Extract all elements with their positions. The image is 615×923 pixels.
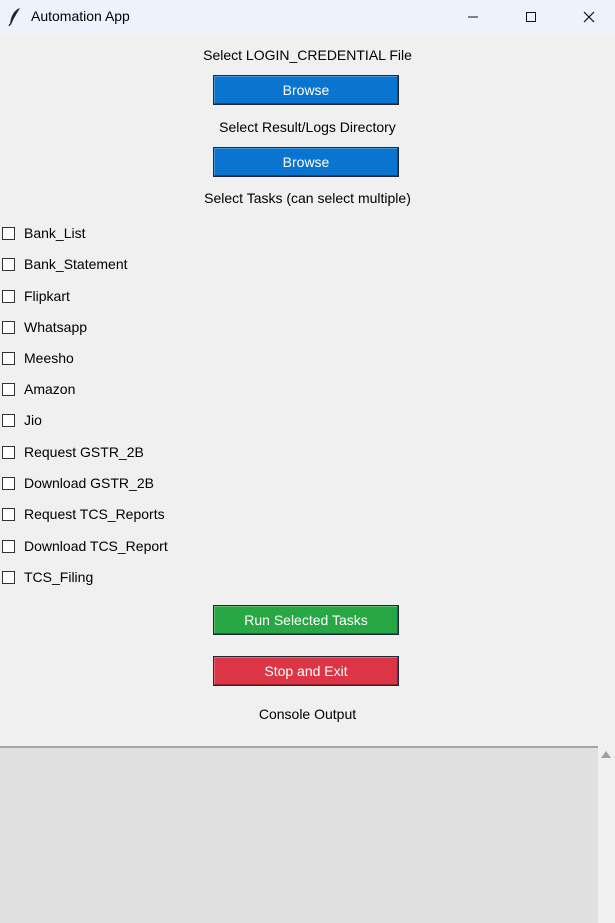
task-request-tcs-reports[interactable]: Request TCS_Reports [0,503,165,525]
task-bank-list[interactable]: Bank_List [0,222,85,244]
task-label: Bank_Statement [24,256,128,272]
logs-directory-label: Select Result/Logs Directory [219,119,396,135]
scroll-up-arrow-icon[interactable] [601,751,611,758]
task-label: Download TCS_Report [24,538,168,554]
run-selected-tasks-button[interactable]: Run Selected Tasks [213,605,399,635]
feather-icon [8,8,20,27]
task-label: Flipkart [24,288,70,304]
task-flipkart[interactable]: Flipkart [0,285,70,307]
browse-credential-button[interactable]: Browse [213,75,399,105]
checkbox[interactable] [2,351,15,365]
task-label: Download GSTR_2B [24,475,154,491]
checkbox[interactable] [2,257,15,271]
task-label: Meesho [24,350,74,366]
checkbox[interactable] [2,507,15,521]
select-tasks-label: Select Tasks (can select multiple) [204,190,411,206]
console-scrollbar[interactable] [598,746,615,923]
checkbox[interactable] [2,476,15,490]
console-output-textarea[interactable] [0,746,598,923]
minimize-button[interactable] [450,0,496,34]
minimize-icon [468,16,478,18]
console-output-label: Console Output [258,706,357,722]
close-button[interactable] [566,0,612,34]
checkbox[interactable] [2,226,15,240]
task-label: Request TCS_Reports [24,506,165,522]
task-download-gstr-2b[interactable]: Download GSTR_2B [0,472,154,494]
checkbox[interactable] [2,413,15,427]
maximize-icon [526,12,536,22]
task-label: TCS_Filing [24,569,94,585]
title-bar[interactable]: Automation App [0,0,615,34]
checkbox[interactable] [2,289,15,303]
task-amazon[interactable]: Amazon [0,378,75,400]
window-title: Automation App [31,8,130,24]
task-label: Jio [24,412,42,428]
maximize-button[interactable] [508,0,554,34]
task-request-gstr-2b[interactable]: Request GSTR_2B [0,441,144,463]
browse-logs-button[interactable]: Browse [213,147,399,177]
task-label: Request GSTR_2B [24,444,144,460]
task-jio[interactable]: Jio [0,409,42,431]
app-window: Automation App Select LOGIN_CREDENTIAL F… [0,0,615,923]
task-tcs-filing[interactable]: TCS_Filing [0,566,93,588]
task-whatsapp[interactable]: Whatsapp [0,316,87,338]
task-download-tcs-report[interactable]: Download TCS_Report [0,535,168,557]
checkbox[interactable] [2,539,15,553]
checkbox[interactable] [2,445,15,459]
task-label: Bank_List [24,225,86,241]
task-label: Amazon [24,381,76,397]
checkbox[interactable] [2,570,15,584]
task-meesho[interactable]: Meesho [0,347,74,369]
task-label: Whatsapp [24,319,88,335]
close-icon [583,11,595,23]
stop-and-exit-button[interactable]: Stop and Exit [213,656,399,686]
task-bank-statement[interactable]: Bank_Statement [0,253,128,275]
credential-file-label: Select LOGIN_CREDENTIAL File [203,47,412,63]
checkbox[interactable] [2,320,15,334]
checkbox[interactable] [2,382,15,396]
